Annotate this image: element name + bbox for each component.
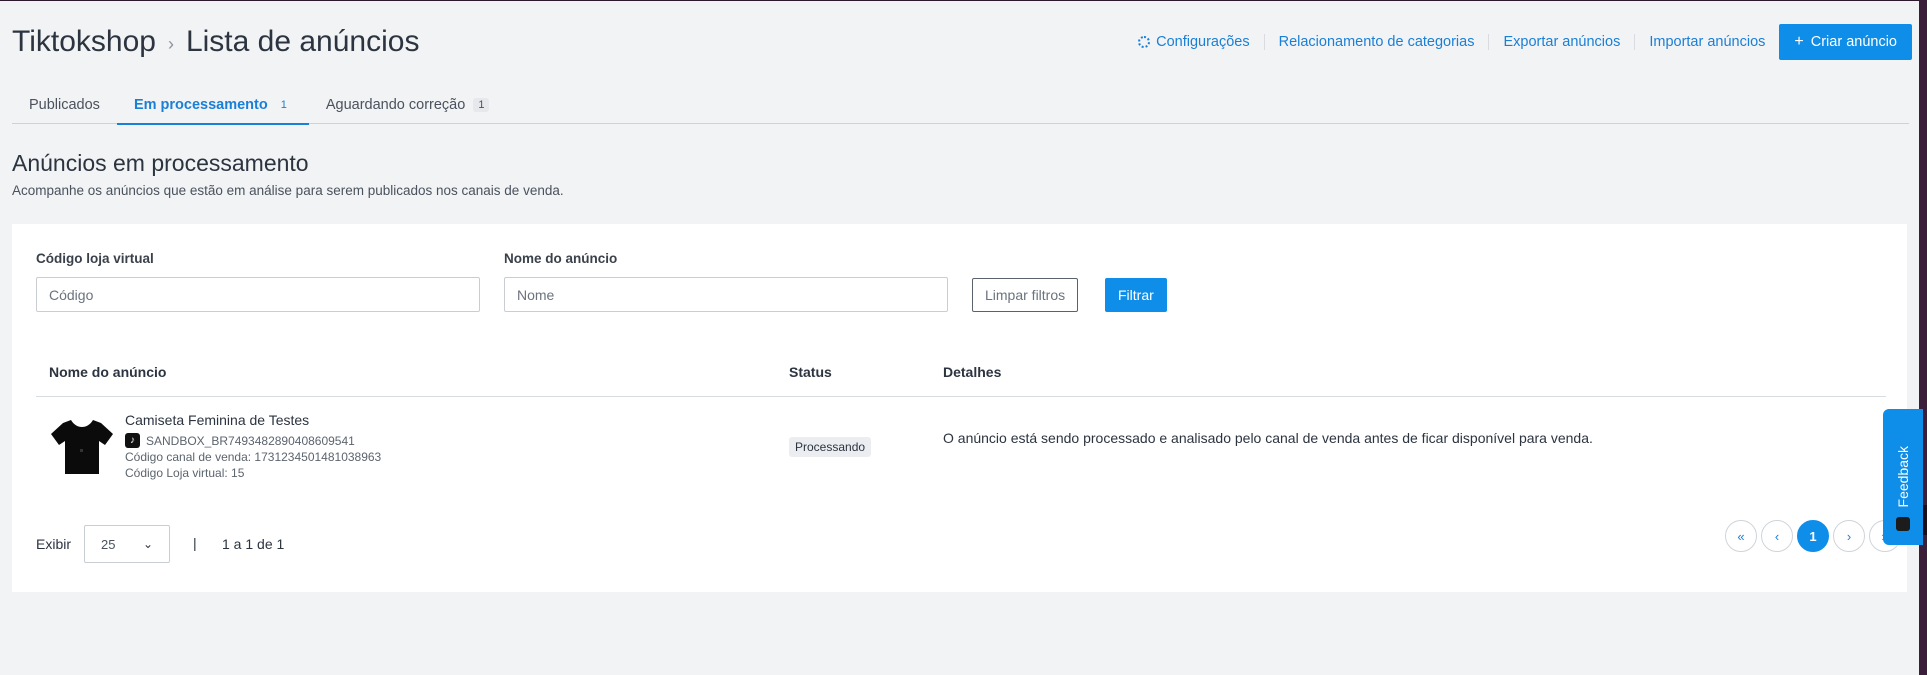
results-range: 1 a 1 de 1 xyxy=(222,536,285,552)
channel-code: Código canal de venda: 17312345014810389… xyxy=(125,450,382,464)
tab-label: Aguardando correção xyxy=(325,97,466,113)
feedback-icon xyxy=(1896,517,1910,531)
tiktok-icon: ♪ xyxy=(125,433,140,448)
tab-label: Publicados xyxy=(29,97,100,113)
store-code: Código Loja virtual: 15 xyxy=(125,466,245,480)
current-page-button[interactable]: 1 xyxy=(1797,520,1829,552)
ad-name-label: Nome do anúncio xyxy=(504,251,618,266)
filter-button[interactable]: Filtrar xyxy=(1105,278,1167,312)
tshirt-thumbnail-icon xyxy=(51,420,113,474)
settings-label: Configurações xyxy=(1156,34,1250,50)
tab-published[interactable]: Publicados xyxy=(12,86,117,124)
tab-awaiting-correction[interactable]: Aguardando correção 1 xyxy=(309,86,507,124)
section-title: Anúncios em processamento xyxy=(12,150,309,176)
import-link[interactable]: Importar anúncios xyxy=(1634,34,1779,50)
page-header: Tiktokshop › Lista de anúncios Configura… xyxy=(12,18,1912,66)
tab-count-badge: 1 xyxy=(280,99,287,111)
listing-card: Código loja virtual Nome do anúncio Limp… xyxy=(12,224,1907,592)
pagination: « ‹ 1 › » xyxy=(1725,520,1901,552)
breadcrumb-separator-icon: › xyxy=(167,33,174,54)
prev-page-button[interactable]: ‹ xyxy=(1761,520,1793,552)
clear-filters-button[interactable]: Limpar filtros xyxy=(972,278,1079,312)
section-subtitle: Acompanhe os anúncios que estão em análi… xyxy=(12,183,564,198)
breadcrumb-root[interactable]: Tiktokshop xyxy=(12,25,156,59)
page-size-value: 25 xyxy=(101,536,116,552)
chevron-down-icon: ⌄ xyxy=(142,537,153,551)
column-header-name[interactable]: Nome do anúncio xyxy=(49,364,166,380)
next-page-button[interactable]: › xyxy=(1833,520,1865,552)
product-sku: SANDBOX_BR7493482890408609541 xyxy=(146,434,355,448)
plus-icon: + xyxy=(1794,33,1804,50)
create-ad-label: Criar anúncio xyxy=(1810,34,1897,50)
gear-icon xyxy=(1138,36,1151,48)
feedback-label: Feedback xyxy=(1895,445,1911,507)
table-header-divider xyxy=(36,396,1886,397)
column-header-details[interactable]: Detalhes xyxy=(943,364,1001,380)
desktop-edge xyxy=(1919,0,1927,675)
column-header-status[interactable]: Status xyxy=(789,364,832,380)
store-code-label: Código loja virtual xyxy=(36,251,154,266)
export-link[interactable]: Exportar anúncios xyxy=(1488,34,1634,50)
row-details: O anúncio está sendo processado e analis… xyxy=(943,430,1593,446)
tabs: Publicados Em processamento 1 Aguardando… xyxy=(12,86,1909,125)
first-page-button[interactable]: « xyxy=(1725,520,1757,552)
window-top-border xyxy=(0,0,1927,1)
tab-processing[interactable]: Em processamento 1 xyxy=(116,86,309,125)
store-code-input[interactable] xyxy=(36,277,480,312)
create-ad-button[interactable]: + Criar anúncio xyxy=(1779,24,1912,60)
header-actions: Configurações Relacionamento de categori… xyxy=(1124,24,1912,60)
tab-label: Em processamento xyxy=(133,97,268,113)
ad-name-input[interactable] xyxy=(504,277,948,312)
pagination-divider: | xyxy=(193,535,197,551)
tab-count-badge: 1 xyxy=(473,98,490,112)
page-size-label: Exibir xyxy=(36,536,72,552)
status-badge: Processando xyxy=(789,437,872,457)
page-title: Lista de anúncios xyxy=(185,25,420,58)
breadcrumb: Tiktokshop › Lista de anúncios xyxy=(12,25,419,59)
categories-link[interactable]: Relacionamento de categorias xyxy=(1263,34,1489,50)
feedback-button[interactable]: Feedback xyxy=(1883,409,1923,545)
settings-link[interactable]: Configurações xyxy=(1124,34,1264,50)
product-name[interactable]: Camiseta Feminina de Testes xyxy=(125,412,309,428)
page-size-select[interactable]: 25 ⌄ xyxy=(84,525,170,563)
